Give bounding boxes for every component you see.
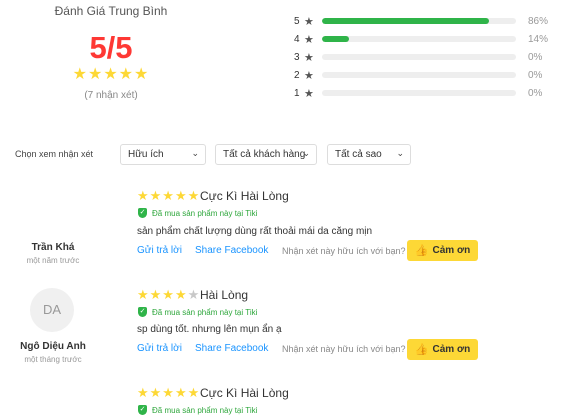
verified-purchase-text: Đã mua sản phẩm này tại Tiki — [152, 307, 258, 317]
reply-link[interactable]: Gửi trả lời — [137, 245, 182, 256]
review-title: Cực Kì Hài Lòng — [200, 189, 289, 203]
customer-filter-value: Tất cả khách hàng — [223, 149, 306, 160]
shield-check-icon: ✓ — [138, 405, 147, 415]
helpful-question: Nhận xét này hữu ích với bạn? — [282, 344, 406, 354]
reply-link[interactable]: Gửi trả lời — [137, 343, 182, 354]
distribution-star-number: 4 — [294, 33, 300, 45]
distribution-row-2[interactable]: 2 ★ 0% — [294, 66, 554, 84]
review-content: sp dùng tốt. nhưng lên mụn ẩn ạ — [137, 324, 282, 335]
summary-title: Đánh Giá Trung Bình — [54, 4, 168, 18]
review-rating-stars-icon: ★★★★★ — [137, 385, 201, 400]
distribution-star-number: 5 — [294, 15, 300, 27]
distribution-bar — [322, 90, 516, 96]
distribution-bar — [322, 72, 516, 78]
review-rating-stars-icon: ★★★★★ — [137, 287, 201, 302]
star-filter-select[interactable]: Tất cả sao ⌄ — [327, 144, 411, 165]
sort-select-value: Hữu ích — [128, 149, 164, 160]
distribution-row-4[interactable]: 4 ★ 14% — [294, 30, 554, 48]
shield-check-icon: ✓ — [138, 307, 147, 317]
distribution-star-number: 2 — [294, 69, 300, 81]
avatar: DA — [30, 288, 74, 332]
star-icon: ★ — [304, 87, 314, 100]
review-title: Cực Kì Hài Lòng — [200, 386, 289, 400]
average-stars-icon: ★★★★★ — [72, 66, 150, 83]
author-name: Ngô Diệu Anh — [20, 341, 86, 352]
helpful-question: Nhận xét này hữu ích với bạn? — [282, 246, 406, 256]
review-time: một tháng trước — [24, 355, 82, 364]
review-time: một năm trước — [26, 256, 80, 265]
distribution-bar — [322, 54, 516, 60]
verified-purchase: ✓ Đã mua sản phẩm này tại Tiki — [138, 405, 257, 415]
review-content: sản phẩm chất lượng dùng rất thoải mái d… — [137, 226, 373, 237]
share-facebook-link[interactable]: Share Facebook — [195, 343, 268, 354]
chevron-down-icon: ⌄ — [396, 148, 404, 158]
review-author: Trần Khá một năm trước — [0, 242, 106, 265]
star-icon: ★ — [304, 33, 314, 46]
distribution-bar-fill — [322, 36, 350, 42]
thanks-button[interactable]: 👍 Cảm ơn — [407, 339, 478, 360]
review-author: Ngô Diệu Anh một tháng trước — [0, 341, 106, 364]
customer-filter-select[interactable]: Tất cả khách hàng ⌄ — [215, 144, 317, 165]
rating-distribution: 5 ★ 86% 4 ★ 14% 3 ★ 0% 2 ★ 0% 1 ★ 0% — [294, 12, 554, 102]
star-icon: ★ — [304, 15, 314, 28]
thanks-button[interactable]: 👍 Cảm ơn — [407, 240, 478, 261]
distribution-percent: 14% — [528, 33, 549, 45]
star-icon: ★ — [304, 69, 314, 82]
distribution-star-number: 3 — [294, 51, 300, 63]
distribution-row-1[interactable]: 1 ★ 0% — [294, 84, 554, 102]
rating-summary: Đánh Giá Trung Bình 5/5 ★★★★★ (7 nhận xé… — [40, 4, 190, 101]
thumbs-up-icon: 👍 — [414, 245, 429, 257]
review-rating-stars-icon: ★★★★★ — [137, 188, 201, 203]
chevron-down-icon: ⌄ — [191, 148, 199, 158]
thanks-button-label: Cảm ơn — [432, 344, 471, 355]
thanks-button-label: Cảm ơn — [432, 245, 471, 256]
star-filter-value: Tất cả sao — [335, 149, 382, 160]
verified-purchase: ✓ Đã mua sản phẩm này tại Tiki — [138, 307, 257, 317]
verified-purchase-text: Đã mua sản phẩm này tại Tiki — [152, 405, 258, 415]
distribution-row-5[interactable]: 5 ★ 86% — [294, 12, 554, 30]
distribution-bar-fill — [322, 18, 489, 24]
thumbs-up-icon: 👍 — [414, 344, 429, 356]
filter-label: Chọn xem nhận xét — [15, 149, 94, 159]
author-name: Trần Khá — [31, 242, 75, 253]
distribution-percent: 0% — [528, 69, 543, 81]
distribution-percent: 0% — [528, 87, 543, 99]
distribution-percent: 86% — [528, 15, 549, 27]
distribution-bar — [322, 18, 516, 24]
star-icon: ★ — [304, 51, 314, 64]
shield-check-icon: ✓ — [138, 208, 147, 218]
verified-purchase-text: Đã mua sản phẩm này tại Tiki — [152, 208, 258, 218]
average-score: 5/5 — [89, 30, 133, 65]
distribution-star-number: 1 — [294, 87, 300, 99]
review-title: Hài Lòng — [200, 288, 249, 302]
share-facebook-link[interactable]: Share Facebook — [195, 245, 268, 256]
sort-select[interactable]: Hữu ích ⌄ — [120, 144, 206, 165]
distribution-row-3[interactable]: 3 ★ 0% — [294, 48, 554, 66]
distribution-bar — [322, 36, 516, 42]
verified-purchase: ✓ Đã mua sản phẩm này tại Tiki — [138, 208, 257, 218]
review-count: (7 nhận xét) — [84, 90, 138, 101]
chevron-down-icon: ⌄ — [302, 148, 310, 158]
distribution-percent: 0% — [528, 51, 543, 63]
